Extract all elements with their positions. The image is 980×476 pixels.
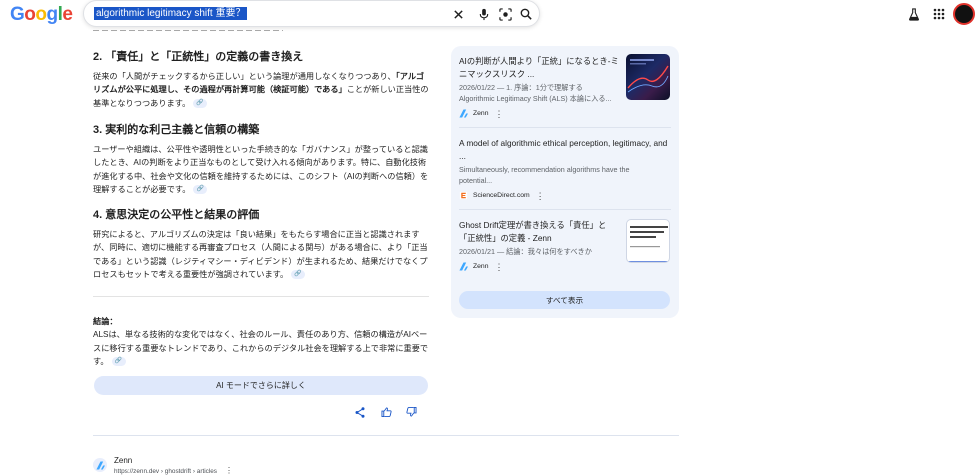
section-heading: 4. 意思決定の公平性と結果の評価 bbox=[93, 209, 260, 221]
search-box[interactable]: algorithmic legitimacy shift 重要？ bbox=[83, 0, 540, 27]
divider bbox=[93, 296, 429, 297]
section-responsibility: 2. 「責任」と「正統性」の定義の書き換え 従来の「人間がチェックするから正しい… bbox=[93, 50, 429, 110]
more-options-icon[interactable]: ⋮ bbox=[495, 109, 504, 118]
show-all-button[interactable]: すべて表示 bbox=[459, 291, 670, 309]
source-card-title[interactable]: AIの判断が人間より「正統」になるとき-ミニマックスリスク ... bbox=[459, 55, 619, 80]
thumbs-up-icon[interactable] bbox=[379, 405, 393, 419]
more-options-icon[interactable]: ⋮ bbox=[536, 191, 545, 200]
source-site-name: Zenn bbox=[473, 110, 489, 117]
conclusion-label: 結論： bbox=[93, 317, 118, 326]
sciencedirect-logo-icon bbox=[459, 191, 468, 200]
source-card[interactable]: AIの判断が人間より「正統」になるとき-ミニマックスリスク ... 2026/0… bbox=[459, 55, 619, 118]
section-fairness: 4. 意思決定の公平性と結果の評価 研究によると、アルゴリズムの決定は「良い結果… bbox=[93, 208, 429, 281]
section-heading: 3. 実利的な利己主義と信頼の構築 bbox=[93, 124, 260, 136]
section-text-part: 研究によると、アルゴリズムの決定は「良い結果」をもたらす場合に正当と認識されます… bbox=[93, 230, 428, 279]
source-card-site: Zenn ⋮ bbox=[459, 262, 619, 271]
header: Google algorithmic legitimacy shift 重要？ bbox=[0, 0, 980, 30]
citation-link-icon[interactable] bbox=[291, 270, 306, 280]
sources-panel: AIの判断が人間より「正統」になるとき-ミニマックスリスク ... 2026/0… bbox=[451, 46, 679, 318]
result-url[interactable]: https://zenn.dev › ghostdrift › articles… bbox=[114, 466, 233, 475]
section-text: 従来の「人間がチェックするから正しい」という論理が通用しなくなりつつあり、「アル… bbox=[93, 70, 429, 110]
ai-mode-button[interactable]: AI モードでさらに詳しく bbox=[94, 376, 428, 395]
divider bbox=[93, 435, 679, 436]
zenn-logo-icon bbox=[93, 458, 107, 472]
more-options-icon[interactable]: ⋮ bbox=[495, 262, 504, 271]
card-separator bbox=[459, 127, 671, 128]
zenn-logo-icon bbox=[459, 109, 468, 118]
source-card[interactable]: A model of algorithmic ethical perceptio… bbox=[459, 137, 671, 200]
conclusion-text: ALSは、単なる技術的な変化ではなく、社会のルール、責任のあり方、信頼の構造がA… bbox=[93, 328, 429, 368]
source-card-site: ScienceDirect.com ⋮ bbox=[459, 191, 671, 200]
zenn-logo-icon bbox=[459, 262, 468, 271]
apps-grid-icon[interactable] bbox=[929, 4, 949, 24]
search-query[interactable]: algorithmic legitimacy shift 重要？ bbox=[94, 7, 248, 20]
lens-icon[interactable] bbox=[496, 5, 514, 23]
section-text: 研究によると、アルゴリズムの決定は「良い結果」をもたらす場合に正当と認識されます… bbox=[93, 228, 429, 281]
citation-link-icon[interactable] bbox=[193, 98, 208, 108]
account-avatar[interactable] bbox=[953, 3, 975, 25]
section-text: ユーザーや組織は、公平性や透明性といった手続き的な「ガバナンス」が整っていると認… bbox=[93, 143, 429, 196]
source-site-name: Zenn bbox=[473, 263, 489, 270]
logo-letter: e bbox=[62, 4, 73, 25]
microphone-icon[interactable] bbox=[475, 5, 493, 23]
result-url-text[interactable]: https://zenn.dev › ghostdrift › articles bbox=[114, 468, 217, 475]
logo-letter: o bbox=[35, 4, 47, 25]
source-site-name: ScienceDirect.com bbox=[473, 192, 530, 199]
card-separator bbox=[459, 209, 671, 210]
clear-icon[interactable] bbox=[449, 5, 467, 23]
logo-letter: o bbox=[24, 4, 36, 25]
labs-flask-icon[interactable] bbox=[904, 4, 924, 24]
source-card-snippet: Simultaneously, recommendation algorithm… bbox=[459, 165, 630, 185]
conclusion: 結論： ALSは、単なる技術的な変化ではなく、社会のルール、責任のあり方、信頼の… bbox=[93, 315, 429, 368]
source-card-site: Zenn ⋮ bbox=[459, 109, 619, 118]
source-card-title[interactable]: A model of algorithmic ethical perceptio… bbox=[459, 137, 671, 162]
thumbs-down-icon[interactable] bbox=[404, 405, 418, 419]
section-heading: 2. 「責任」と「正統性」の定義の書き換え bbox=[93, 51, 304, 63]
source-thumbnail[interactable] bbox=[626, 54, 670, 100]
share-icon[interactable] bbox=[353, 405, 367, 419]
section-text-part: 従来の「人間がチェックするから正しい」という論理が通用しなくなりつつあり、 bbox=[93, 72, 396, 81]
google-logo[interactable]: Google bbox=[10, 4, 73, 26]
conclusion-text-part: ALSは、単なる技術的な変化ではなく、社会のルール、責任のあり方、信頼の構造がA… bbox=[93, 330, 429, 366]
source-thumbnail[interactable] bbox=[626, 219, 670, 263]
source-card-title[interactable]: Ghost Drift定理が書き換える「責任」と「正統性」の定義 - Zenn bbox=[459, 219, 619, 244]
result-site-name[interactable]: Zenn bbox=[114, 456, 132, 465]
source-card-snippet: 2026/01/21 — 結論：我々は何をすべきか bbox=[459, 247, 592, 256]
section-text-part: ユーザーや組織は、公平性や透明性といった手続き的な「ガバナンス」が整っていると認… bbox=[93, 145, 429, 194]
more-options-icon[interactable]: ⋮ bbox=[225, 466, 233, 475]
source-card-snippet: 2026/01/22 — 1. 序論：1分で理解する Algorithmic L… bbox=[459, 83, 612, 103]
logo-letter: G bbox=[10, 4, 25, 25]
source-card[interactable]: Ghost Drift定理が書き換える「責任」と「正統性」の定義 - Zenn … bbox=[459, 219, 619, 271]
search-result[interactable]: Zenn https://zenn.dev › ghostdrift › art… bbox=[93, 456, 393, 476]
logo-letter: g bbox=[46, 4, 59, 25]
section-trust: 3. 実利的な利己主義と信頼の構築 ユーザーや組織は、公平性や透明性といった手続… bbox=[93, 123, 429, 196]
citation-link-icon[interactable] bbox=[193, 185, 208, 195]
search-icon[interactable] bbox=[517, 5, 535, 23]
citation-link-icon[interactable] bbox=[111, 357, 126, 367]
